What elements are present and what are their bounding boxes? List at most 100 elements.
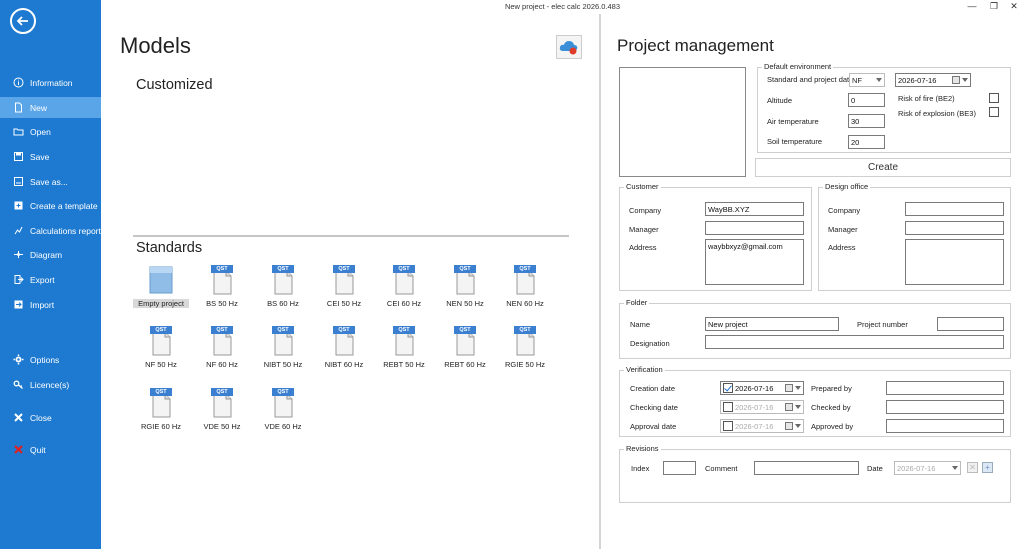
sidebar-item-create-a-template[interactable]: Create a template <box>0 195 101 216</box>
chevron-down-icon <box>795 424 801 428</box>
checking-date-checkbox[interactable] <box>723 402 733 412</box>
template-bs-50-hz[interactable]: QST BS 50 Hz <box>194 265 250 321</box>
approval-date-checkbox[interactable] <box>723 421 733 431</box>
template-rgie-60-hz[interactable]: QST RGIE 60 Hz <box>133 388 189 444</box>
design-address-textarea[interactable] <box>905 239 1004 285</box>
sidebar-item-label: Calculations report <box>30 225 101 236</box>
design-manager-input[interactable] <box>905 221 1004 235</box>
soil-temperature-input[interactable]: 20 <box>848 135 885 149</box>
approved-by-input[interactable] <box>886 419 1004 433</box>
sidebar: Information New Open Save Save as... Create a… <box>0 0 101 549</box>
checked-by-input[interactable] <box>886 400 1004 414</box>
new-icon <box>13 102 24 113</box>
creation-date-picker[interactable]: 2026-07-16 <box>720 381 804 395</box>
revision-date-value: 2026-07-16 <box>897 464 936 473</box>
template-rebt-60-hz[interactable]: QST REBT 60 Hz <box>437 326 493 382</box>
explosion-risk-checkbox[interactable] <box>989 107 999 117</box>
sidebar-item-information[interactable]: Information <box>0 72 101 93</box>
sidebar-item-save[interactable]: Save <box>0 146 101 167</box>
qst-badge: QST <box>277 389 289 395</box>
sidebar-item-export[interactable]: Export <box>0 269 101 290</box>
qst-badge: QST <box>398 327 410 333</box>
customer-address-textarea[interactable]: waybbxyz@gmail.com <box>705 239 804 285</box>
revision-comment-input[interactable] <box>754 461 859 475</box>
design-company-label: Company <box>828 206 861 215</box>
template-nibt-60-hz[interactable]: QST NIBT 60 Hz <box>316 326 372 382</box>
prepared-by-input[interactable] <box>886 381 1004 395</box>
template-empty-project[interactable]: Empty project <box>133 265 189 321</box>
revision-date-picker[interactable]: 2026-07-16 <box>894 461 961 475</box>
folder-name-input[interactable]: New project <box>705 317 839 331</box>
design-company-input[interactable] <box>905 202 1004 216</box>
template-cei-50-hz[interactable]: QST CEI 50 Hz <box>316 265 372 321</box>
group-title: Revisions <box>624 444 661 453</box>
cloud-upload-button[interactable] <box>556 35 582 59</box>
standards-heading: Standards <box>136 240 203 256</box>
creation-date-checkbox[interactable] <box>723 383 733 393</box>
project-number-input[interactable] <box>937 317 1004 331</box>
template-label: NEN 50 Hz <box>446 299 484 308</box>
standard-select[interactable]: NF <box>849 73 885 87</box>
sidebar-item-close[interactable]: Close <box>0 407 101 428</box>
revision-index-input[interactable] <box>663 461 696 475</box>
sidebar-item-save-as[interactable]: Save as... <box>0 171 101 192</box>
sidebar-item-open[interactable]: Open <box>0 121 101 142</box>
approved-by-label: Approved by <box>811 422 854 431</box>
template-rgie-50-hz[interactable]: QST RGIE 50 Hz <box>497 326 553 382</box>
sidebar-item-quit[interactable]: Quit <box>0 439 101 460</box>
template-bs-60-hz[interactable]: QST BS 60 Hz <box>255 265 311 321</box>
project-date-picker[interactable]: 2026-07-16 <box>895 73 971 87</box>
checking-date-label: Checking date <box>630 403 678 412</box>
diagram-icon <box>13 249 24 260</box>
template-nen-60-hz[interactable]: QST NEN 60 Hz <box>497 265 553 321</box>
template-nf-50-hz[interactable]: QST NF 50 Hz <box>133 326 189 382</box>
sidebar-item-label: Close <box>30 412 52 423</box>
restore-button[interactable]: ❐ <box>987 1 1001 12</box>
qst-file-icon: QST <box>149 388 173 418</box>
template-label: NF 60 Hz <box>206 360 238 369</box>
group-title: Default environment <box>762 62 834 71</box>
sidebar-item-import[interactable]: Import <box>0 294 101 315</box>
template-nf-60-hz[interactable]: QST NF 60 Hz <box>194 326 250 382</box>
sidebar-item-calculations-report[interactable]: Calculations report <box>0 220 101 241</box>
sidebar-item-licence-s[interactable]: Licence(s) <box>0 374 101 395</box>
designation-input[interactable] <box>705 335 1004 349</box>
soil-temperature-label: Soil temperature <box>767 137 823 146</box>
cloud-icon <box>559 41 578 55</box>
checking-date-picker[interactable]: 2026-07-16 <box>720 400 804 414</box>
add-revision-button[interactable]: + <box>982 462 993 473</box>
qst-badge: QST <box>519 266 531 272</box>
sidebar-item-new[interactable]: New <box>0 97 101 118</box>
standard-value: NF <box>852 76 862 85</box>
create-button[interactable]: Create <box>755 158 1011 177</box>
altitude-input[interactable]: 0 <box>848 93 885 107</box>
template-cei-60-hz[interactable]: QST CEI 60 Hz <box>376 265 432 321</box>
approval-date-picker[interactable]: 2026-07-16 <box>720 419 804 433</box>
customer-manager-input[interactable] <box>705 221 804 235</box>
project-image[interactable] <box>619 67 746 177</box>
minimize-button[interactable]: — <box>965 1 979 11</box>
customer-company-input[interactable]: WayBB.XYZ <box>705 202 804 216</box>
chevron-down-icon <box>952 466 958 470</box>
delete-revision-button[interactable]: ✕ <box>967 462 978 473</box>
calendar-icon <box>785 384 793 392</box>
qst-badge: QST <box>338 327 350 333</box>
template-nibt-50-hz[interactable]: QST NIBT 50 Hz <box>255 326 311 382</box>
air-temperature-input[interactable]: 30 <box>848 114 885 128</box>
fire-risk-checkbox[interactable] <box>989 93 999 103</box>
template-vde-50-hz[interactable]: QST VDE 50 Hz <box>194 388 250 444</box>
close-window-button[interactable]: ✕ <box>1007 1 1021 12</box>
qst-badge: QST <box>216 327 228 333</box>
sidebar-item-options[interactable]: Options <box>0 349 101 370</box>
template-label: REBT 60 Hz <box>444 360 486 369</box>
back-arrow-icon[interactable] <box>10 8 36 34</box>
qst-file-icon: QST <box>271 326 295 356</box>
sidebar-item-diagram[interactable]: Diagram <box>0 244 101 265</box>
template-label: NIBT 50 Hz <box>263 360 303 369</box>
template-vde-60-hz[interactable]: QST VDE 60 Hz <box>255 388 311 444</box>
template-rebt-50-hz[interactable]: QST REBT 50 Hz <box>376 326 432 382</box>
template-label: VDE 60 Hz <box>264 422 302 431</box>
revision-date-label: Date <box>867 464 883 473</box>
open-folder-icon <box>13 126 24 137</box>
template-nen-50-hz[interactable]: QST NEN 50 Hz <box>437 265 493 321</box>
